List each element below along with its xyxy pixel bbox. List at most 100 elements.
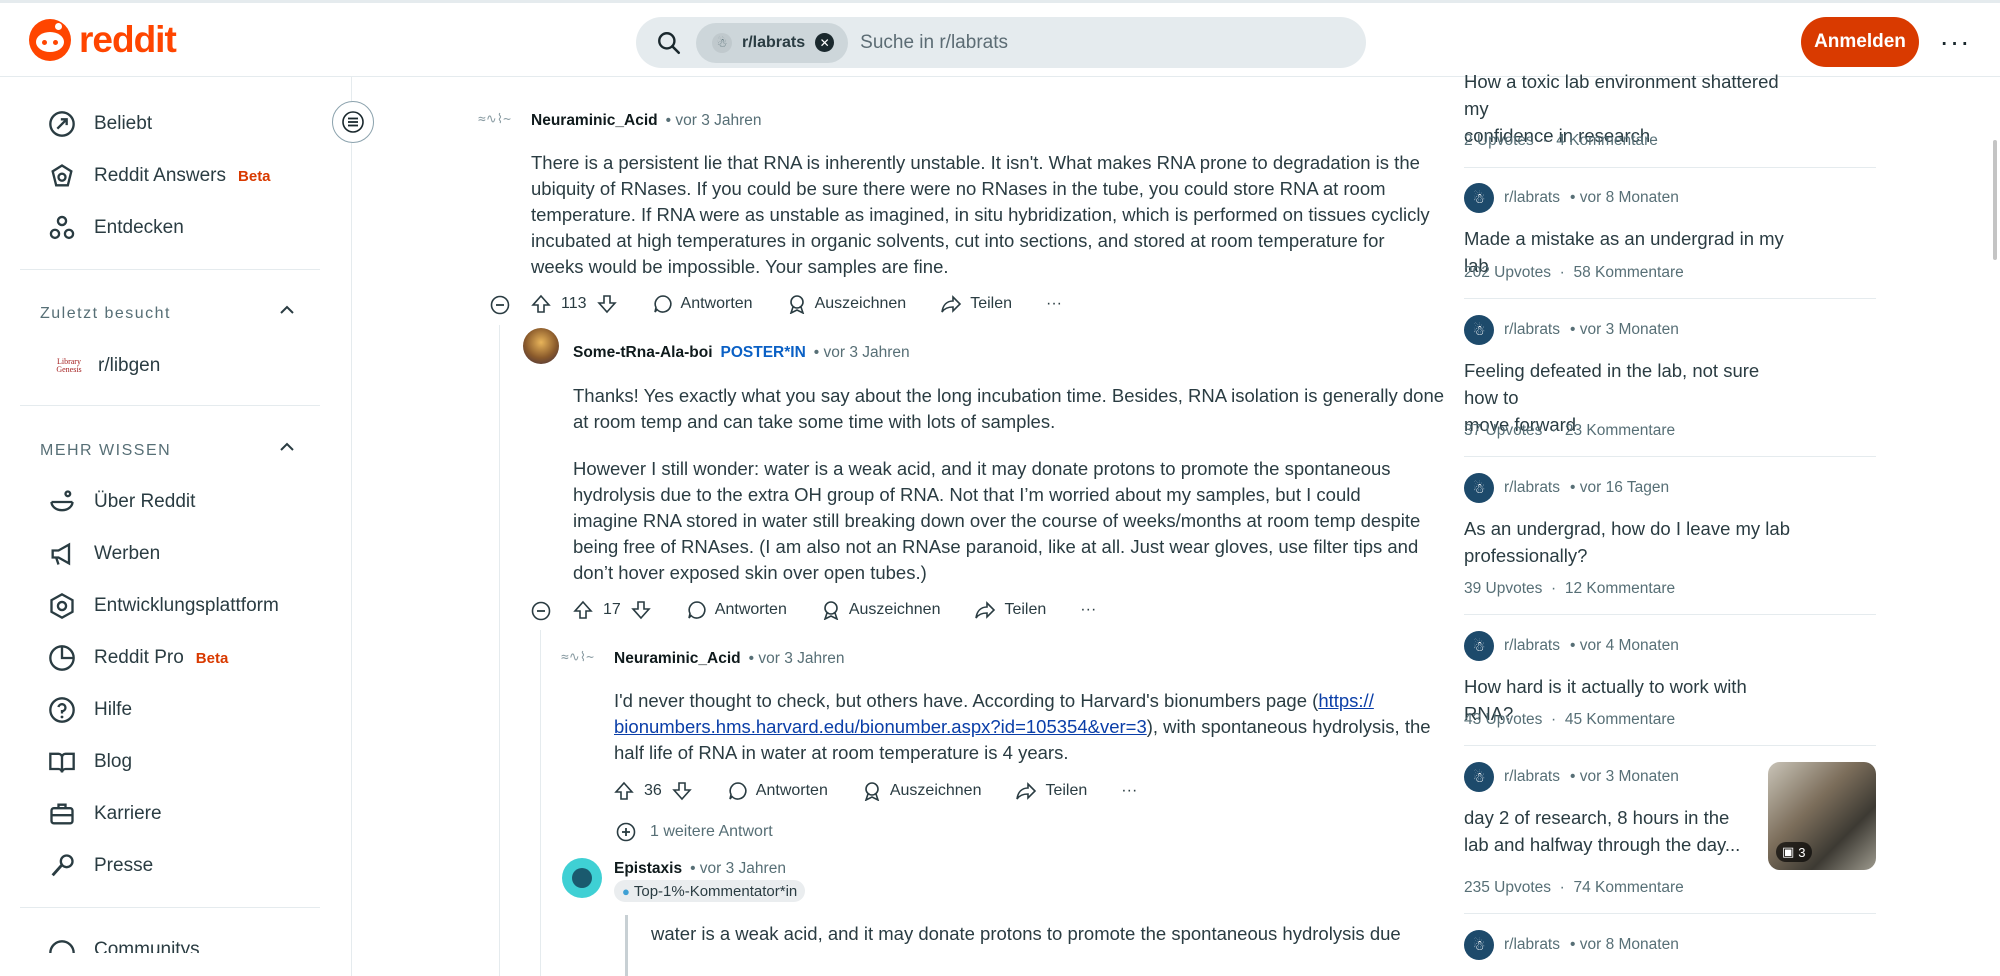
share-button[interactable]: Teilen	[1015, 781, 1087, 801]
avatar[interactable]	[562, 858, 602, 898]
upvote-icon[interactable]	[573, 600, 593, 620]
sidebar-item-careers[interactable]: Karriere	[48, 800, 162, 828]
share-icon	[975, 601, 996, 619]
sidebar-item-blog[interactable]: Blog	[48, 748, 132, 776]
post-time: • vor 8 Monaten	[1570, 189, 1679, 206]
comment-line: weeks would be impossible. Your samples …	[531, 256, 949, 277]
vote-count: 17	[603, 601, 621, 618]
sidebar-item-help[interactable]: Hilfe	[48, 696, 132, 724]
post-stats: 43 Upvotes · 45 Kommentare	[1464, 711, 1675, 729]
post-subreddit[interactable]: ☃ r/labrats • vor 8 Monaten	[1464, 183, 1679, 213]
sidebar-item-dev-platform[interactable]: Entwicklungsplattform	[48, 592, 279, 620]
more-heading[interactable]: MEHR WISSEN	[40, 442, 171, 460]
post-time: • vor 3 Monaten	[1570, 768, 1679, 785]
downvote-icon[interactable]	[672, 781, 692, 801]
sidebar-item-advertise[interactable]: Werben	[48, 540, 160, 568]
comment-line: incubated at high temperatures in organi…	[531, 230, 1385, 251]
share-button[interactable]: Teilen	[974, 600, 1046, 620]
chevron-up-icon[interactable]	[278, 301, 296, 319]
megaphone-icon	[51, 542, 71, 566]
vote-group: 113	[531, 294, 617, 314]
sidebar-toggle-button[interactable]	[332, 101, 374, 143]
trending-icon	[49, 111, 75, 137]
thread-line	[540, 630, 541, 976]
collapse-icon[interactable]	[490, 295, 510, 315]
reply-label: Antworten	[714, 601, 787, 618]
more-options-icon[interactable]: ···	[1121, 782, 1137, 800]
downvote-icon[interactable]	[596, 294, 617, 314]
post-stats: 202 Upvotes · 58 Kommentare	[1464, 264, 1684, 282]
bionumbers-link[interactable]: https://	[1318, 690, 1374, 711]
related-post-title[interactable]: As an undergrad, how do I leave my lab p…	[1464, 515, 1794, 569]
sidebar-item-explore[interactable]: Entdecken	[48, 214, 184, 242]
timestamp[interactable]: • vor 3 Jahren	[666, 112, 762, 130]
collapse-icon[interactable]	[531, 601, 551, 621]
comment-count: 58 Kommentare	[1573, 264, 1684, 281]
reply-button[interactable]: Antworten	[728, 781, 828, 801]
sidebar-item-reddit-pro[interactable]: Reddit Pro Beta	[48, 644, 228, 672]
close-icon[interactable]: ✕	[815, 33, 835, 52]
author-name[interactable]: Epistaxis	[614, 860, 682, 878]
upvote-icon[interactable]	[531, 294, 551, 314]
more-options-icon[interactable]: ···	[1080, 601, 1096, 619]
left-sidebar: Beliebt Reddit Answers Beta Entdecken Zu…	[0, 77, 352, 976]
comment-line: half life of RNA in water at room temper…	[614, 742, 1069, 763]
reply-button[interactable]: Antworten	[687, 600, 787, 620]
title-line: Feeling defeated in the lab, not sure ho…	[1464, 360, 1760, 408]
timestamp[interactable]: • vor 3 Jahren	[749, 650, 845, 668]
divider	[20, 405, 320, 406]
subreddit-filter-chip[interactable]: ☃ r/labrats ✕	[696, 22, 849, 63]
chevron-up-icon[interactable]	[278, 438, 296, 456]
scrollbar[interactable]	[1993, 140, 1997, 260]
divider	[1464, 167, 1876, 168]
author-name[interactable]: Some-tRna-Ala-boi	[573, 344, 713, 362]
timestamp[interactable]: • vor 3 Jahren	[814, 344, 910, 362]
downvote-icon[interactable]	[631, 600, 651, 620]
author-name[interactable]: Neuraminic_Acid	[614, 650, 741, 668]
post-subreddit[interactable]: ☃ r/labrats • vor 3 Monaten	[1464, 315, 1679, 345]
avatar[interactable]	[523, 328, 559, 364]
sidebar-item-libgen[interactable]: Library Genesis r/libgen	[48, 352, 160, 380]
comment-count: 23 Kommentare	[1564, 422, 1676, 439]
sidebar-item-press[interactable]: Presse	[48, 852, 153, 880]
sidebar-item-reddit-answers[interactable]: Reddit Answers Beta	[48, 162, 271, 190]
reply-label: Antworten	[680, 295, 753, 312]
comment-meta: Neuraminic_Acid • vor 3 Jahren	[531, 112, 762, 130]
reddit-logo[interactable]: reddit	[29, 19, 177, 61]
post-subreddit[interactable]: ☃ r/labrats • vor 4 Monaten	[1464, 631, 1679, 661]
post-subreddit[interactable]: ☃ r/labrats • vor 16 Tagen	[1464, 473, 1669, 503]
award-label: Auszeichnen	[814, 295, 907, 312]
more-options-icon[interactable]: ···	[1046, 295, 1062, 313]
award-button[interactable]: Auszeichnen	[821, 600, 940, 620]
post-thumbnail[interactable]: ▣ 3	[1768, 762, 1876, 870]
reply-button[interactable]: Antworten	[653, 294, 753, 314]
timestamp[interactable]: • vor 3 Jahren	[690, 860, 786, 878]
related-post-title[interactable]: day 2 of research, 8 hours in the lab an…	[1464, 804, 1754, 858]
subreddit-icon: ☃	[1464, 930, 1494, 960]
author-name[interactable]: Neuraminic_Acid	[531, 112, 658, 130]
comment-meta: Epistaxis • vor 3 Jahren	[614, 860, 786, 878]
bionumbers-link[interactable]: bionumbers.hms.harvard.edu/bionumber.asp…	[614, 716, 1147, 737]
sidebar-item-label: Beliebt	[94, 113, 153, 134]
award-button[interactable]: Auszeichnen	[787, 294, 907, 314]
post-subreddit[interactable]: ☃ r/labrats • vor 8 Monaten	[1464, 930, 1679, 960]
upvote-icon[interactable]	[614, 781, 634, 801]
award-button[interactable]: Auszeichnen	[862, 781, 981, 801]
search-bar[interactable]: ☃ r/labrats ✕	[636, 17, 1366, 68]
book-icon	[49, 752, 75, 773]
libgen-logo-icon: Library Genesis	[56, 357, 82, 374]
sidebar-item-popular[interactable]: Beliebt	[48, 110, 152, 138]
login-button[interactable]: Anmelden	[1801, 17, 1919, 67]
sidebar-item-about[interactable]: Über Reddit	[48, 488, 195, 516]
more-options-icon[interactable]: ···	[1938, 25, 1972, 59]
more-replies-button[interactable]: 1 weitere Antwort	[616, 822, 773, 842]
recent-heading[interactable]: Zuletzt besucht	[40, 305, 171, 323]
post-time: • vor 4 Monaten	[1570, 637, 1679, 654]
share-button[interactable]: Teilen	[940, 294, 1012, 314]
quote-bar	[625, 915, 628, 976]
comment-line: imagine RNA stored in water still breaki…	[573, 510, 1421, 531]
post-subreddit[interactable]: ☃ r/labrats • vor 3 Monaten	[1464, 762, 1679, 792]
sidebar-item-communities[interactable]: Communitys	[48, 939, 200, 953]
gallery-count: 3	[1798, 844, 1806, 860]
search-input[interactable]	[860, 31, 1281, 54]
